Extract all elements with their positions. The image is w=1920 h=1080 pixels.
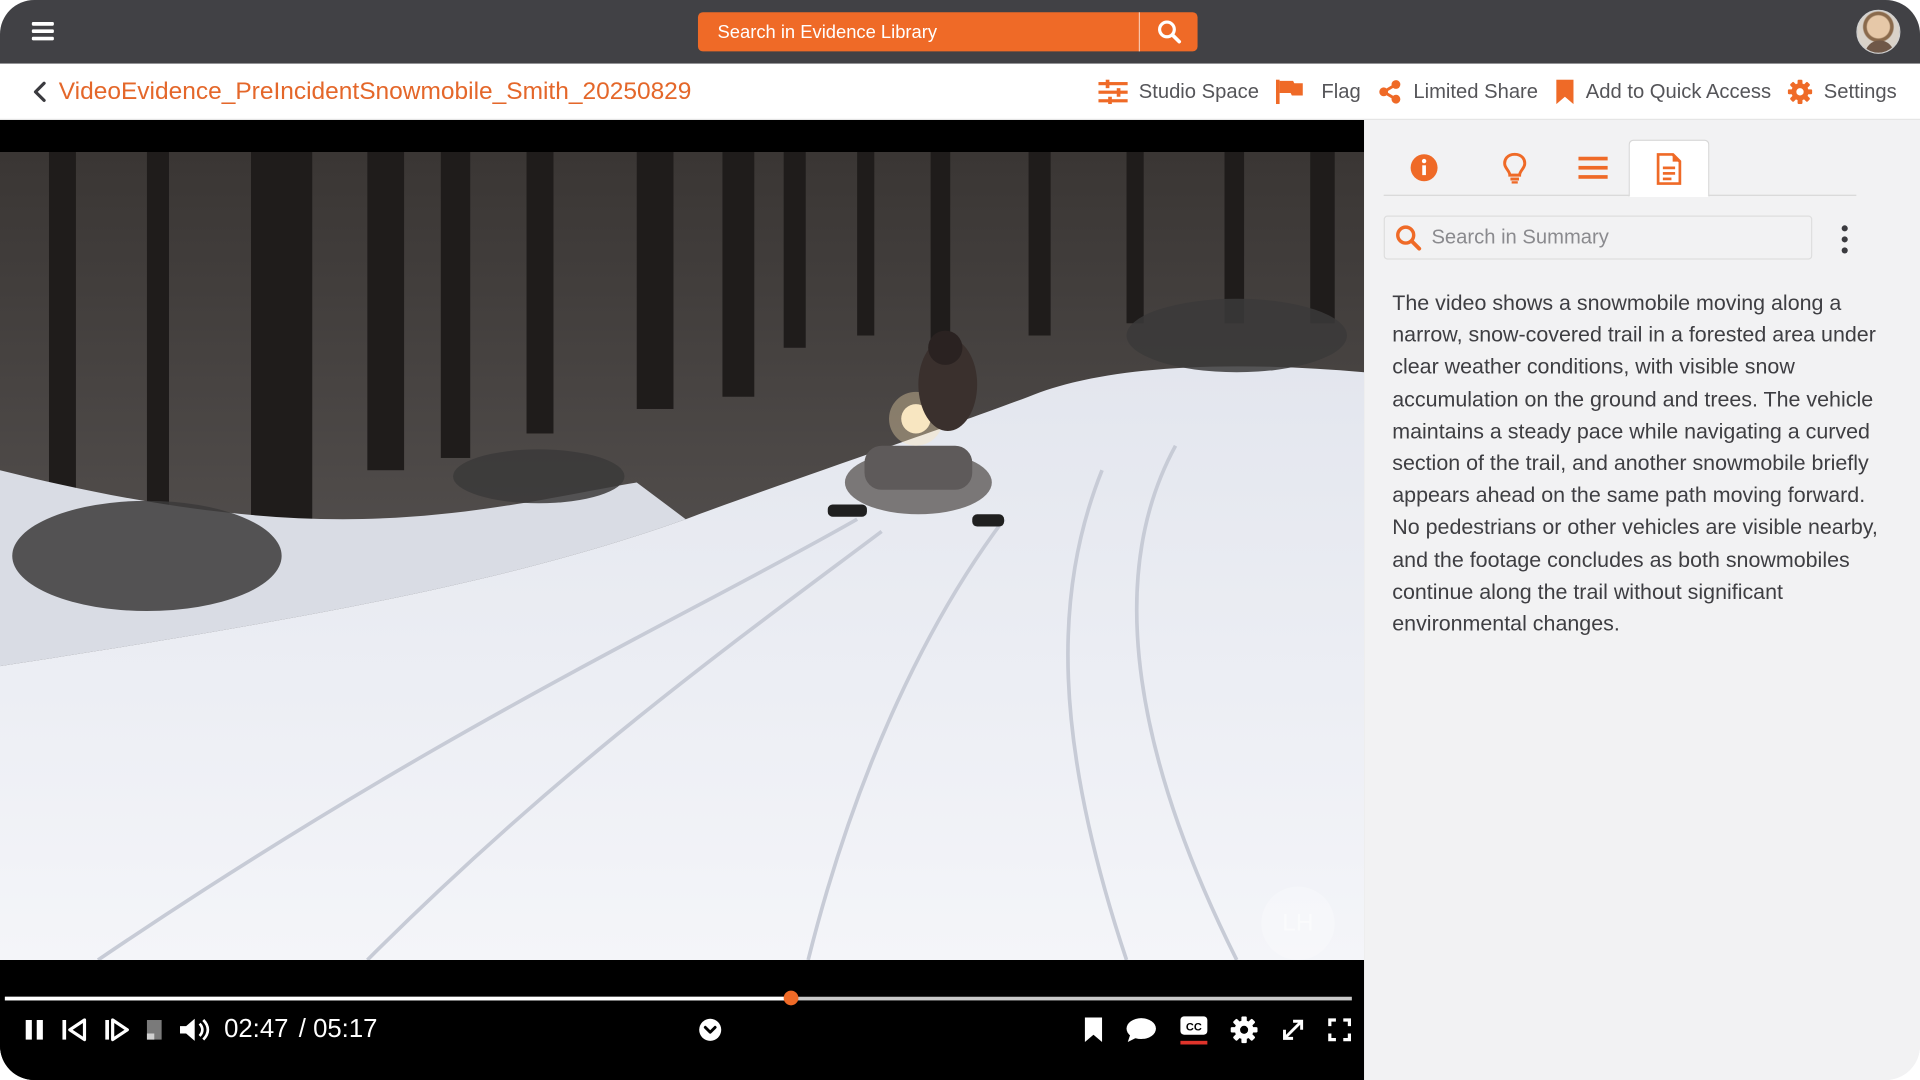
step-forward-icon — [105, 1018, 129, 1042]
tab-info[interactable] — [1384, 140, 1465, 196]
total-duration: / 05:17 — [298, 1015, 378, 1044]
app-window: VideoEvidence_PreIncidentSnowmobile_Smit… — [0, 0, 1920, 1080]
volume-button[interactable] — [176, 1014, 213, 1046]
chevron-down-circle-icon — [699, 1018, 722, 1041]
expand-button[interactable] — [1278, 1014, 1307, 1046]
hamburger-menu-icon[interactable] — [27, 18, 59, 45]
summary-search-bar — [1383, 215, 1813, 260]
gear-icon — [1788, 79, 1813, 105]
settings-label: Settings — [1823, 80, 1897, 103]
sliders-icon — [1098, 79, 1128, 105]
search-button[interactable] — [1138, 12, 1198, 52]
captions-button[interactable]: CC — [1178, 1014, 1210, 1046]
seek-bar-played — [4, 996, 791, 1001]
pause-button[interactable] — [20, 1014, 49, 1046]
closed-captions-icon: CC — [1180, 1016, 1208, 1045]
comments-button[interactable] — [1124, 1014, 1158, 1046]
share-icon — [1379, 80, 1401, 104]
clip-icon — [146, 1020, 162, 1040]
title-actions: Studio Space Flag Limited Share Add to Q… — [1098, 79, 1897, 105]
volume-icon — [180, 1018, 210, 1041]
studio-space-button[interactable]: Studio Space — [1098, 79, 1259, 105]
back-chevron-icon[interactable] — [29, 80, 51, 104]
list-icon — [1578, 156, 1608, 179]
search-icon — [1157, 20, 1181, 44]
panel-tabs — [1383, 139, 1857, 198]
flag-button[interactable]: Flag — [1276, 79, 1361, 105]
current-time: 02:47 — [224, 1015, 289, 1044]
bookmark-icon — [1084, 1017, 1103, 1043]
bookmark-button[interactable] — [1080, 1014, 1107, 1046]
limited-share-label: Limited Share — [1413, 80, 1539, 103]
user-avatar[interactable] — [1856, 9, 1901, 54]
add-to-quick-access-button[interactable]: Add to Quick Access — [1555, 79, 1772, 105]
top-bar — [0, 0, 1920, 64]
seek-bar[interactable] — [4, 990, 1352, 1006]
title-bar: VideoEvidence_PreIncidentSnowmobile_Smit… — [0, 63, 1920, 121]
chapters-dropdown-button[interactable] — [696, 1014, 725, 1046]
player-settings-button[interactable] — [1229, 1014, 1258, 1046]
more-options-icon[interactable] — [1834, 220, 1854, 257]
tab-summary[interactable] — [1628, 139, 1710, 198]
step-back-icon — [62, 1018, 87, 1042]
evidence-search-input[interactable] — [697, 12, 1139, 52]
add-to-quick-access-label: Add to Quick Access — [1585, 80, 1772, 103]
pause-icon — [25, 1020, 43, 1040]
next-frame-button[interactable] — [100, 1014, 132, 1046]
previous-frame-button[interactable] — [59, 1014, 88, 1046]
info-icon — [1410, 154, 1438, 182]
flag-label: Flag — [1321, 80, 1361, 103]
summary-text: The video shows a snowmobile moving alon… — [1392, 290, 1878, 636]
tab-transcript[interactable] — [1553, 140, 1634, 196]
fullscreen-icon — [1328, 1018, 1351, 1042]
search-icon — [1396, 225, 1422, 251]
snowmobile-trail-scene — [0, 151, 1365, 961]
player-controls: 02:47 / 05:17 CC — [0, 960, 1365, 1080]
details-panel: The video shows a snowmobile moving alon… — [1364, 120, 1920, 1080]
comment-icon — [1126, 1018, 1156, 1043]
svg-text:CC: CC — [1186, 1021, 1202, 1033]
video-frame: LH — [0, 151, 1365, 961]
expand-arrows-icon — [1283, 1019, 1304, 1040]
gear-icon — [1230, 1016, 1258, 1044]
lightbulb-icon — [1503, 152, 1527, 184]
summary-search-input[interactable] — [1421, 225, 1812, 250]
watermark-badge: LH — [1261, 886, 1335, 961]
seek-handle[interactable] — [783, 990, 799, 1006]
tab-insights[interactable] — [1474, 140, 1555, 196]
document-icon — [1656, 152, 1682, 185]
bookmark-icon — [1556, 79, 1574, 105]
studio-space-label: Studio Space — [1138, 80, 1259, 103]
clip-button[interactable] — [142, 1014, 166, 1046]
evidence-search-bar — [697, 12, 1198, 52]
settings-button[interactable]: Settings — [1788, 79, 1897, 105]
fullscreen-button[interactable] — [1325, 1014, 1354, 1046]
limited-share-button[interactable]: Limited Share — [1378, 80, 1538, 104]
flag-icon — [1276, 79, 1304, 105]
evidence-title: VideoEvidence_PreIncidentSnowmobile_Smit… — [58, 78, 692, 106]
video-player[interactable]: LH 02:47 / 05:17 CC — [0, 120, 1365, 1080]
